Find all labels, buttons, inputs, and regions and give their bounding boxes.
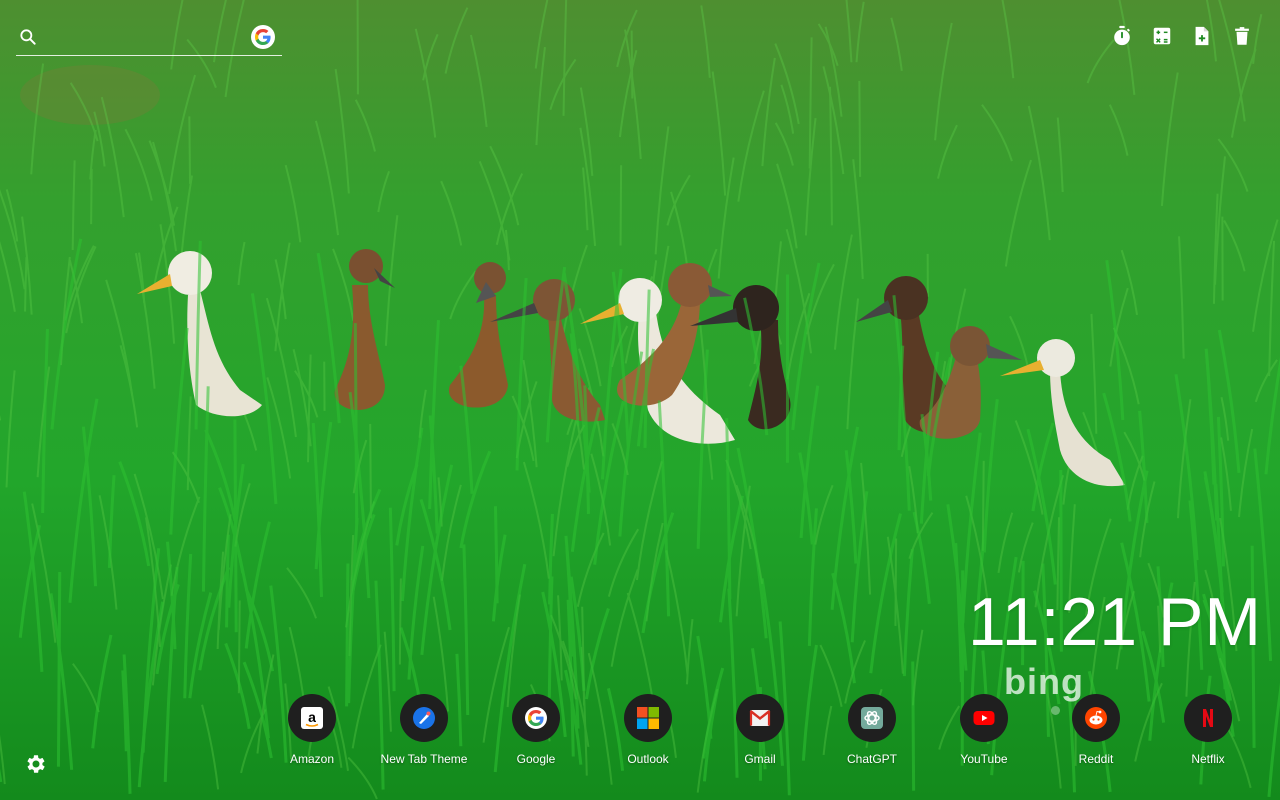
wallpaper-image: [0, 0, 1280, 800]
search-bar: [16, 20, 282, 56]
shortcut-netflix[interactable]: Netflix: [1152, 694, 1264, 774]
shortcut-label: Google: [516, 752, 556, 766]
clock-time: 11:21 PM: [967, 584, 1262, 660]
shortcut-label: Reddit: [1078, 752, 1114, 766]
search-input[interactable]: [46, 24, 250, 52]
shortcut-outlook[interactable]: Outlook: [592, 694, 704, 774]
google-icon: [512, 694, 560, 742]
microsoft-icon: [624, 694, 672, 742]
shortcut-chatgpt[interactable]: ChatGPT: [816, 694, 928, 774]
shortcut-label: YouTube: [960, 752, 1008, 766]
shortcut-label: Gmail: [744, 752, 776, 766]
shortcut-label: ChatGPT: [846, 752, 897, 766]
shortcut-label: Outlook: [627, 752, 669, 766]
timer-icon[interactable]: [1110, 24, 1134, 48]
gear-icon[interactable]: [24, 752, 48, 776]
shortcut-label: New Tab Theme: [380, 752, 468, 766]
new-tab-page: 11:21 PM bing a Amazon New Tab Theme Goo…: [0, 0, 1280, 800]
shortcut-google[interactable]: Google: [480, 694, 592, 774]
youtube-icon: [960, 694, 1008, 742]
shortcuts-bar: a Amazon New Tab Theme Google Outlook Gm…: [256, 694, 1264, 774]
amazon-icon: a: [288, 694, 336, 742]
trash-icon[interactable]: [1230, 24, 1254, 48]
shortcut-label: Amazon: [289, 752, 335, 766]
calculator-icon[interactable]: [1150, 24, 1174, 48]
chatgpt-icon: [848, 694, 896, 742]
top-toolbar: [1110, 24, 1254, 48]
shortcut-gmail[interactable]: Gmail: [704, 694, 816, 774]
shortcut-reddit[interactable]: Reddit: [1040, 694, 1152, 774]
shortcut-youtube[interactable]: YouTube: [928, 694, 1040, 774]
shortcut-new-tab-theme[interactable]: New Tab Theme: [368, 694, 480, 774]
reddit-icon: [1072, 694, 1120, 742]
add-file-icon[interactable]: [1190, 24, 1214, 48]
shortcut-label: Netflix: [1191, 752, 1225, 766]
shortcut-amazon[interactable]: a Amazon: [256, 694, 368, 774]
google-g-icon[interactable]: [251, 25, 275, 49]
gmail-icon: [736, 694, 784, 742]
netflix-icon: [1184, 694, 1232, 742]
search-icon[interactable]: [18, 27, 38, 47]
svg-text:a: a: [308, 709, 316, 725]
new-tab-theme-icon: [400, 694, 448, 742]
